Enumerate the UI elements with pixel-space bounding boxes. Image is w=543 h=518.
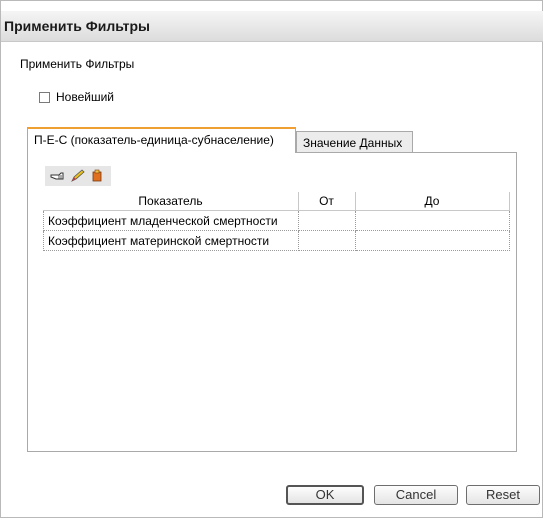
tab-indicator-unit-subpopulation[interactable]: П-Е-С (показатель-единица-субнаселение) (27, 127, 296, 153)
clear-icon[interactable] (89, 168, 107, 184)
indicator-table: Показатель От До Коэффициент младенческо… (43, 192, 510, 251)
cell-from[interactable] (297, 230, 356, 251)
table-row[interactable]: Коэффициент материнской смертности (43, 230, 510, 251)
ok-button[interactable]: OK (286, 485, 364, 505)
cancel-button[interactable]: Cancel (374, 485, 458, 505)
tab-label: П-Е-С (показатель-единица-субнаселение) (34, 133, 274, 147)
hand-pointer-icon[interactable] (49, 168, 67, 184)
newest-checkbox-label: Новейший (56, 90, 114, 104)
tab-panel: Показатель От До Коэффициент младенческо… (27, 152, 517, 452)
pencil-icon[interactable] (69, 168, 87, 184)
column-header-to[interactable]: До (355, 192, 510, 211)
column-header-indicator[interactable]: Показатель (43, 192, 299, 211)
title-bar[interactable]: Применить Фильтры (1, 11, 543, 42)
cell-from[interactable] (297, 210, 356, 231)
newest-checkbox-row[interactable]: Новейший (39, 90, 114, 104)
column-header-from[interactable]: От (298, 192, 356, 211)
window-title: Применить Фильтры (4, 18, 150, 34)
cell-to[interactable] (354, 230, 510, 251)
tab-data-value[interactable]: Значение Данных (296, 131, 413, 153)
table-header-row: Показатель От До (43, 192, 510, 211)
tab-label: Значение Данных (303, 136, 403, 150)
dialog-window: Применить Фильтры Применить Фильтры Нове… (0, 0, 543, 518)
table-row[interactable]: Коэффициент младенческой смертности (43, 210, 510, 231)
cell-to[interactable] (354, 210, 510, 231)
section-title: Применить Фильтры (20, 57, 135, 71)
newest-checkbox[interactable] (39, 91, 50, 103)
cell-indicator[interactable]: Коэффициент младенческой смертности (43, 210, 299, 231)
reset-button[interactable]: Reset (466, 485, 540, 505)
filter-toolbar (45, 166, 111, 186)
cell-indicator[interactable]: Коэффициент материнской смертности (43, 230, 299, 251)
